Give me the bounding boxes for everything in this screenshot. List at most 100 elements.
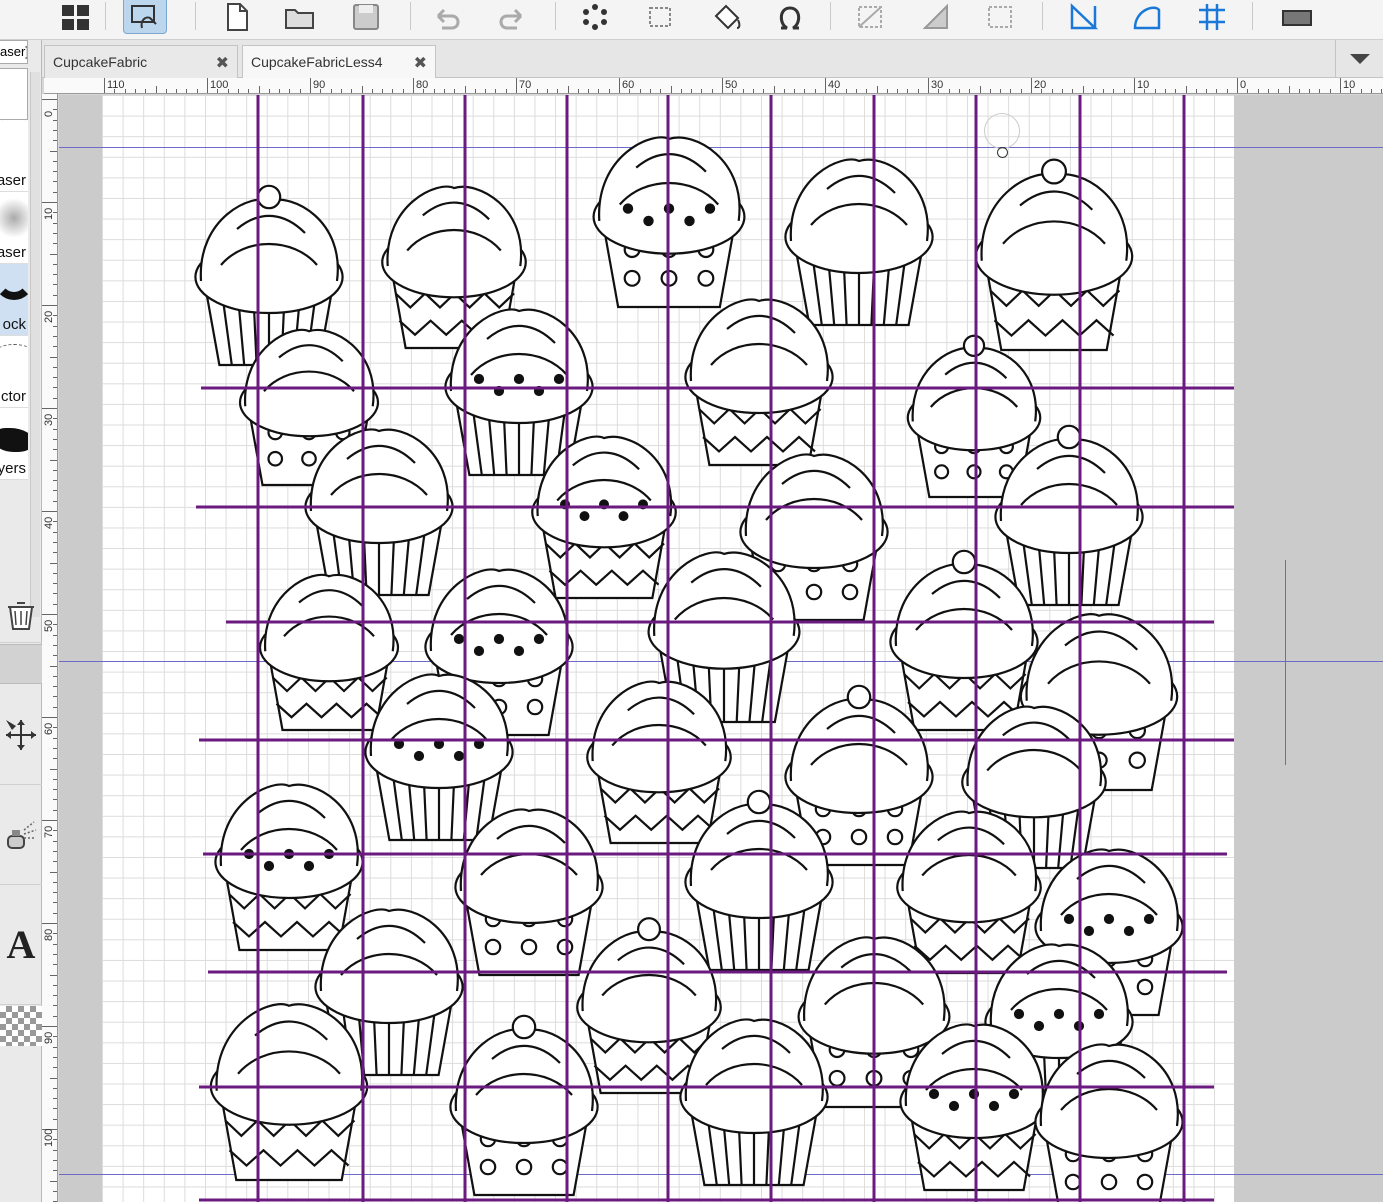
ruler-label: 50	[725, 79, 738, 91]
cupcake	[899, 1023, 1049, 1192]
ruler-label: 0	[43, 110, 55, 117]
ruler-tick	[310, 78, 311, 93]
tab-cupcakefabricless4[interactable]: CupcakeFabricLess4 ✖	[242, 45, 436, 79]
curve-ruler-icon[interactable]	[1126, 0, 1170, 34]
ruler-tick	[1247, 89, 1249, 93]
close-icon[interactable]: ✖	[216, 53, 229, 73]
ruler-tick	[53, 387, 57, 389]
brush-item-5[interactable]: yers	[0, 408, 28, 480]
app-window: aser] aser aser ock ctor yers	[0, 0, 1383, 1202]
ruler-tick	[248, 89, 250, 93]
ruler-tick	[680, 89, 682, 93]
ruler-tick	[1226, 89, 1228, 93]
redo-icon[interactable]	[490, 0, 534, 34]
ruler-triangle-icon[interactable]	[914, 0, 958, 34]
ruler-tick	[670, 86, 672, 93]
ruler-tick	[1257, 89, 1259, 93]
ruler-tick	[989, 89, 991, 93]
ruler-tick	[1370, 89, 1372, 93]
omega-icon[interactable]	[768, 0, 812, 34]
ruler-tick	[53, 263, 57, 265]
selection-icon[interactable]	[978, 0, 1022, 34]
undo-icon[interactable]	[425, 0, 469, 34]
ruler-label: 0	[1240, 79, 1247, 91]
ruler-tick	[53, 634, 57, 636]
ruler-tick	[237, 89, 239, 93]
ruler-tick	[1340, 78, 1341, 93]
tab-menu-chevron-down-icon[interactable]	[1335, 40, 1383, 78]
open-folder-icon[interactable]	[278, 0, 322, 34]
cupcake	[364, 673, 514, 842]
ruler-label: 20	[1034, 79, 1047, 91]
brush-item-2[interactable]: aser	[0, 192, 28, 264]
perspective-icon[interactable]	[1062, 0, 1106, 34]
transform-icon[interactable]	[848, 0, 892, 34]
canvas-area[interactable]	[59, 95, 1383, 1202]
brush-item-1[interactable]: aser	[0, 120, 28, 192]
ruler-tick	[454, 89, 456, 93]
hand-draw-icon[interactable]	[123, 0, 167, 34]
move-tool-icon[interactable]	[0, 685, 42, 785]
ruler-tick	[1061, 89, 1063, 93]
symmetry-icon[interactable]	[1190, 0, 1234, 34]
ruler-tick	[53, 449, 57, 451]
ruler-label: 90	[313, 79, 326, 91]
brush-label: ock	[2, 316, 26, 333]
transparency-swatch[interactable]	[0, 1006, 42, 1046]
ruler-tick	[53, 1170, 57, 1172]
ruler-tick	[289, 89, 291, 93]
ruler-label: 20	[43, 310, 55, 323]
ruler-label: 70	[519, 79, 532, 91]
ruler-tick	[53, 1159, 57, 1161]
airbrush-tool-icon[interactable]	[0, 785, 42, 885]
ruler-tick	[53, 809, 57, 811]
trash-icon[interactable]	[0, 585, 42, 643]
ruler-tick	[1195, 89, 1197, 93]
ruler-tick	[53, 644, 57, 646]
cupcake	[304, 428, 454, 597]
brush-cursor	[997, 147, 1008, 158]
brush-item-3[interactable]: ock	[0, 264, 28, 336]
ruler-tick	[711, 89, 713, 93]
ruler-tick	[53, 1056, 57, 1058]
ruler-tick	[50, 356, 57, 358]
ruler-tick	[855, 89, 857, 93]
ruler-tick	[42, 202, 57, 203]
ruler-tick	[928, 78, 929, 93]
fill-bucket-icon[interactable]	[705, 0, 749, 34]
ruler-tick	[50, 871, 57, 873]
close-icon[interactable]: ✖	[414, 53, 427, 73]
ruler-tick	[1103, 89, 1105, 93]
ruler-tick	[53, 984, 57, 986]
ruler-tick	[866, 89, 868, 93]
ruler-label: 110	[107, 79, 125, 91]
screen-mode-icon[interactable]	[1275, 0, 1319, 34]
ruler-tick	[186, 89, 188, 93]
ruler-tick	[53, 1005, 57, 1007]
new-file-icon[interactable]	[215, 0, 259, 34]
layout-grid-icon[interactable]	[54, 0, 98, 34]
ruler-tick	[474, 89, 476, 93]
ruler-label: 100	[210, 79, 229, 91]
spinner-icon[interactable]	[573, 0, 617, 34]
text-tool-icon[interactable]: A	[0, 885, 42, 1005]
brush-list-scrollbar[interactable]	[30, 72, 40, 617]
ruler-tick	[53, 181, 57, 183]
brush-item-4[interactable]: ctor	[0, 336, 28, 408]
brush-label: yers	[0, 460, 26, 477]
ruler-tick	[42, 614, 57, 615]
ruler-tick	[53, 418, 57, 420]
ruler-tick	[557, 89, 559, 93]
tab-cupcakefabric[interactable]: CupcakeFabric ✖	[44, 45, 238, 78]
cupcake	[974, 158, 1134, 352]
crop-icon[interactable]	[638, 0, 682, 34]
cupcake-line-art	[194, 95, 1234, 1202]
ruler-label: 100	[43, 1128, 55, 1147]
ruler-tick	[53, 593, 57, 595]
brush-preview-box[interactable]	[0, 68, 28, 120]
ruler-tick	[53, 1149, 57, 1151]
ruler-tick	[53, 778, 57, 780]
ruler-tick	[104, 78, 105, 93]
save-icon[interactable]	[344, 0, 388, 34]
brush-cursor-ring	[984, 113, 1020, 149]
